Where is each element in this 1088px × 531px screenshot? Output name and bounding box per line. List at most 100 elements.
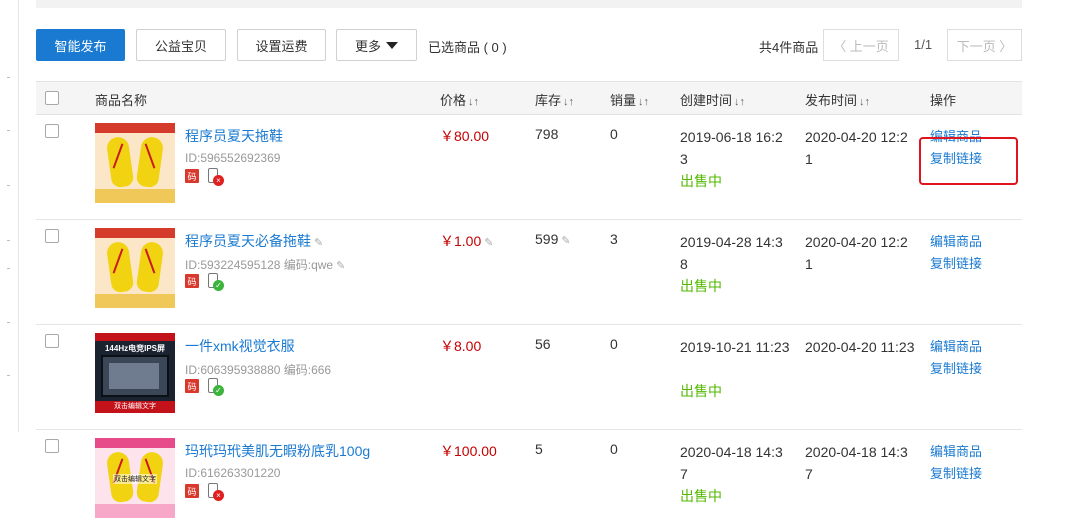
set-shipping-button[interactable]: 设置运费 — [237, 29, 326, 61]
code-badge-icon[interactable]: 码 — [185, 169, 199, 183]
edit-product-link[interactable]: 编辑商品 — [930, 231, 982, 250]
edit-pencil-icon[interactable]: ✎ — [336, 260, 345, 272]
product-image[interactable] — [95, 123, 175, 203]
sort-icon: ↓↑ — [638, 96, 650, 108]
product-price: ￥80.00 — [440, 128, 490, 144]
col-published[interactable]: 发布时间 ↓↑ — [805, 90, 870, 109]
sort-icon: ↓↑ — [734, 96, 746, 108]
sidebar-marker — [7, 268, 10, 269]
row-checkbox[interactable] — [45, 334, 59, 348]
created-time: 2020-04-18 14:37 — [680, 444, 783, 482]
sort-icon: ↓↑ — [859, 96, 871, 108]
product-stock: 5 — [535, 441, 543, 457]
sidebar-marker — [7, 185, 10, 186]
sidebar-marker — [7, 130, 10, 131]
more-dropdown-button[interactable]: 更多 — [336, 29, 417, 61]
next-page-button[interactable]: 下一页 〉 — [947, 29, 1022, 61]
image-banner: 双击编辑文字 — [95, 401, 175, 413]
copy-link-link[interactable]: 复制链接 — [930, 358, 982, 377]
check-status-icon: ✓ — [213, 385, 224, 396]
product-title-link[interactable]: 一件xmk视觉衣服 — [185, 336, 295, 356]
page-indicator: 1/1 — [914, 37, 933, 52]
product-sales: 0 — [610, 336, 618, 352]
more-label: 更多 — [354, 38, 381, 54]
product-sales: 3 — [610, 231, 618, 247]
edit-product-link[interactable]: 编辑商品 — [930, 441, 982, 460]
caret-down-icon — [386, 41, 398, 49]
product-stock: 798 — [535, 126, 559, 142]
image-caption: 144Hz电竞IPS屏 — [104, 344, 166, 353]
product-sales: 0 — [610, 441, 618, 457]
col-price[interactable]: 价格 ↓↑ — [440, 90, 479, 109]
table-row: 双击编辑文字 玛玳玛玳美肌无暇粉底乳100g ID:616263301220 码… — [36, 430, 1022, 531]
product-title-link[interactable]: 玛玳玛玳美肌无暇粉底乳100g — [185, 441, 370, 461]
copy-link-link[interactable]: 复制链接 — [930, 463, 982, 482]
code-badge-icon[interactable]: 码 — [185, 379, 199, 393]
product-image[interactable]: 144Hz电竞IPS屏 双击编辑文字 — [95, 333, 175, 413]
code-badge-icon[interactable]: 码 — [185, 484, 199, 498]
product-stock: 599 ✎ — [535, 231, 571, 247]
row-checkbox[interactable] — [45, 229, 59, 243]
product-sales: 0 — [610, 126, 618, 142]
toolbar: 智能发布 公益宝贝 设置运费 更多 已选商品 ( 0 ) 共4件商品 〈 上一页… — [36, 29, 1022, 61]
edit-pencil-icon[interactable]: ✎ — [484, 237, 493, 249]
sidebar-marker — [7, 240, 10, 241]
product-id: ID:596552692369 — [185, 151, 281, 165]
col-stock[interactable]: 库存 ↓↑ — [535, 90, 574, 109]
smart-publish-button[interactable]: 智能发布 — [36, 29, 125, 61]
selected-count: 已选商品 ( 0 ) — [428, 40, 507, 55]
col-published-label: 发布时间 — [805, 93, 858, 108]
table-row: 程序员夏天拖鞋 ID:596552692369 码 × ￥80.00 798 0… — [36, 115, 1022, 220]
product-table: 商品名称 价格 ↓↑ 库存 ↓↑ 销量 ↓↑ 创建时间 ↓↑ 发布时间 ↓↑ 操作 程序员… — [36, 81, 1022, 531]
highlight-annotation-box — [919, 137, 1018, 185]
charity-item-button[interactable]: 公益宝贝 — [136, 29, 226, 61]
row-checkbox[interactable] — [45, 124, 59, 138]
published-time: 2020-04-20 12:21 — [805, 129, 908, 167]
table-row: 144Hz电竞IPS屏 双击编辑文字 一件xmk视觉衣服 ID:60639593… — [36, 325, 1022, 430]
product-title-link[interactable]: 程序员夏天拖鞋 — [185, 126, 283, 146]
edit-pencil-icon[interactable]: ✎ — [314, 237, 323, 249]
col-created[interactable]: 创建时间 ↓↑ — [680, 90, 745, 109]
col-price-label: 价格 — [440, 93, 467, 108]
check-status-icon: ✓ — [213, 280, 224, 291]
status-badge: 出售中 — [680, 383, 722, 399]
total-count: 共4件商品 — [759, 40, 819, 55]
col-name: 商品名称 — [95, 93, 148, 108]
product-image[interactable] — [95, 228, 175, 308]
product-stock: 56 — [535, 336, 551, 352]
product-id: ID:606395938880 编码:666 — [185, 363, 332, 377]
product-id: ID:616263301220 — [185, 466, 281, 480]
col-sales[interactable]: 销量 ↓↑ — [610, 90, 649, 109]
product-price: ￥100.00 — [440, 443, 497, 459]
table-row: 程序员夏天必备拖鞋 ✎ ID:593224595128 编码:qwe ✎ 码 ✓ ￥… — [36, 220, 1022, 325]
col-sales-label: 销量 — [610, 93, 637, 108]
col-ops: 操作 — [930, 93, 957, 108]
copy-link-link[interactable]: 复制链接 — [930, 253, 982, 272]
created-time: 2019-06-18 16:23 — [680, 129, 783, 167]
published-time: 2020-04-20 11:23 — [805, 339, 915, 355]
table-header: 商品名称 价格 ↓↑ 库存 ↓↑ 销量 ↓↑ 创建时间 ↓↑ 发布时间 ↓↑ 操作 — [36, 81, 1022, 115]
error-status-icon: × — [213, 175, 224, 186]
product-image[interactable]: 双击编辑文字 — [95, 438, 175, 518]
top-panel-edge — [36, 0, 1022, 8]
product-title-text: 程序员夏天必备拖鞋 — [185, 233, 311, 249]
sidebar-marker — [7, 375, 10, 376]
status-badge: 出售中 — [680, 488, 722, 504]
code-badge-icon[interactable]: 码 — [185, 274, 199, 288]
product-id: ID:593224595128 编码:qwe ✎ — [185, 256, 345, 273]
edit-product-link[interactable]: 编辑商品 — [930, 336, 982, 355]
product-stock-text: 599 — [535, 231, 559, 247]
edit-pencil-icon[interactable]: ✎ — [561, 235, 570, 247]
select-all-checkbox[interactable] — [45, 91, 59, 105]
status-badge: 出售中 — [680, 173, 722, 189]
created-time: 2019-04-28 14:38 — [680, 234, 783, 272]
product-title-link[interactable]: 程序员夏天必备拖鞋 ✎ — [185, 231, 323, 251]
sidebar-marker — [7, 77, 10, 78]
product-price: ￥1.00 ✎ — [440, 231, 493, 251]
col-stock-label: 库存 — [535, 93, 562, 108]
sidebar-marker — [7, 322, 10, 323]
prev-page-button[interactable]: 〈 上一页 — [823, 29, 899, 61]
published-time: 2020-04-18 14:37 — [805, 444, 908, 482]
row-checkbox[interactable] — [45, 439, 59, 453]
product-price: ￥8.00 — [440, 338, 482, 354]
